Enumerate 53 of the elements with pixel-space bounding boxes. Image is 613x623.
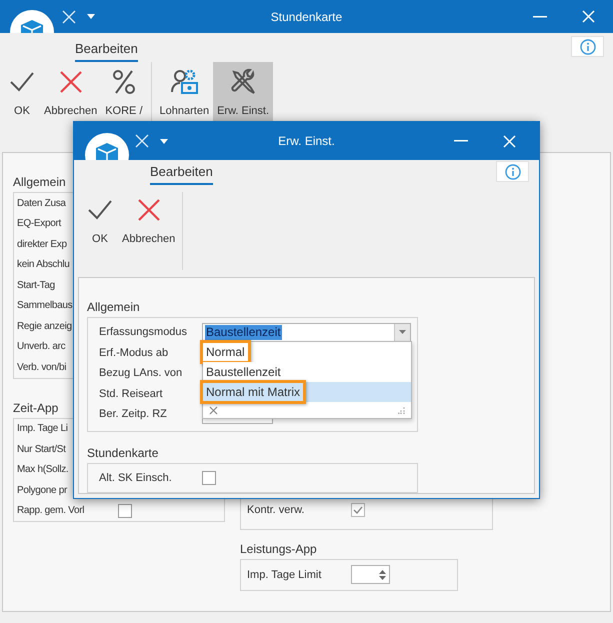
field-label: Verb. von/bi bbox=[17, 360, 66, 375]
window-title: Erw. Einst. bbox=[278, 133, 335, 150]
field-label: direkter Exp bbox=[17, 238, 67, 252]
toolbar-button[interactable]: OK bbox=[4, 62, 40, 122]
dropdown-option[interactable]: Baustellenzeit bbox=[203, 362, 411, 382]
field-label: Max h(Sollz. bbox=[17, 463, 68, 478]
group-title: Zeit-App bbox=[13, 400, 58, 414]
field-label: Regie anzeig bbox=[17, 320, 72, 334]
toolbar-button[interactable]: Abbrechen bbox=[40, 62, 102, 122]
checkbox[interactable] bbox=[118, 504, 132, 518]
field-label: Alt. SK Einsch. bbox=[99, 470, 172, 486]
checkbox[interactable] bbox=[351, 503, 365, 518]
group-title: Leistungs-App bbox=[240, 542, 317, 556]
group-title: Allgemein bbox=[13, 175, 66, 189]
field-label: Kontr. verw. bbox=[247, 503, 304, 518]
info-icon[interactable] bbox=[571, 36, 604, 57]
field-label: Daten Zusa bbox=[17, 196, 66, 211]
field-label: Nur Start/St bbox=[17, 442, 66, 457]
checkbox[interactable] bbox=[202, 470, 216, 485]
field-label: Polygone pr bbox=[17, 484, 68, 498]
toolbar-button[interactable]: Erw. Einst. bbox=[213, 62, 274, 122]
window-title: Stundenkarte bbox=[270, 8, 342, 26]
resize-grip-icon bbox=[398, 406, 405, 414]
field-label: Erf.-Modus ab bbox=[99, 346, 168, 360]
field-label: Bezug LAns. von bbox=[99, 366, 182, 381]
group-title: Stundenkarte bbox=[87, 446, 158, 460]
group-title: Allgemein bbox=[87, 300, 140, 314]
field-label: Imp. Tage Limit bbox=[247, 568, 322, 582]
field-label: Imp. Tage Li bbox=[17, 422, 68, 436]
field-label: Sammelbaus bbox=[17, 299, 72, 314]
dropdown-option[interactable]: Normal bbox=[203, 342, 411, 362]
ribbon-tab[interactable]: Bearbeiten bbox=[150, 162, 213, 184]
field-label: Rapp. gem. Vorl bbox=[17, 504, 84, 518]
toolbar-button[interactable]: OK bbox=[82, 190, 118, 248]
field-label: Std. Reiseart bbox=[99, 386, 163, 402]
spinner-arrows-icon bbox=[379, 568, 386, 581]
clear-icon bbox=[209, 406, 218, 414]
wrench-screwdriver-icon bbox=[229, 68, 258, 96]
person-gear-banknote-icon bbox=[170, 68, 198, 96]
field-label: Erfassungsmodus bbox=[99, 325, 188, 340]
toolbar-button[interactable]: Lohnarten bbox=[156, 62, 214, 122]
field-label: Start-Tag bbox=[17, 278, 55, 293]
ribbon-tab[interactable]: Bearbeiten bbox=[75, 39, 138, 62]
dropdown-field[interactable]: Baustellenzeit bbox=[202, 322, 411, 342]
field-label: Unverb. arc bbox=[17, 340, 66, 354]
spinner-field[interactable] bbox=[351, 565, 390, 584]
toolbar-button[interactable]: KORE / bbox=[101, 62, 147, 122]
field-label: EQ-Export bbox=[17, 217, 61, 232]
info-icon[interactable] bbox=[496, 161, 529, 182]
field-label: Ber. Zeitp. RZ bbox=[99, 407, 167, 422]
toolbar-button[interactable]: Abbrechen bbox=[118, 190, 180, 248]
dropdown-option[interactable]: Normal mit Matrix bbox=[203, 382, 411, 402]
field-label: kein Abschlu bbox=[17, 258, 70, 272]
